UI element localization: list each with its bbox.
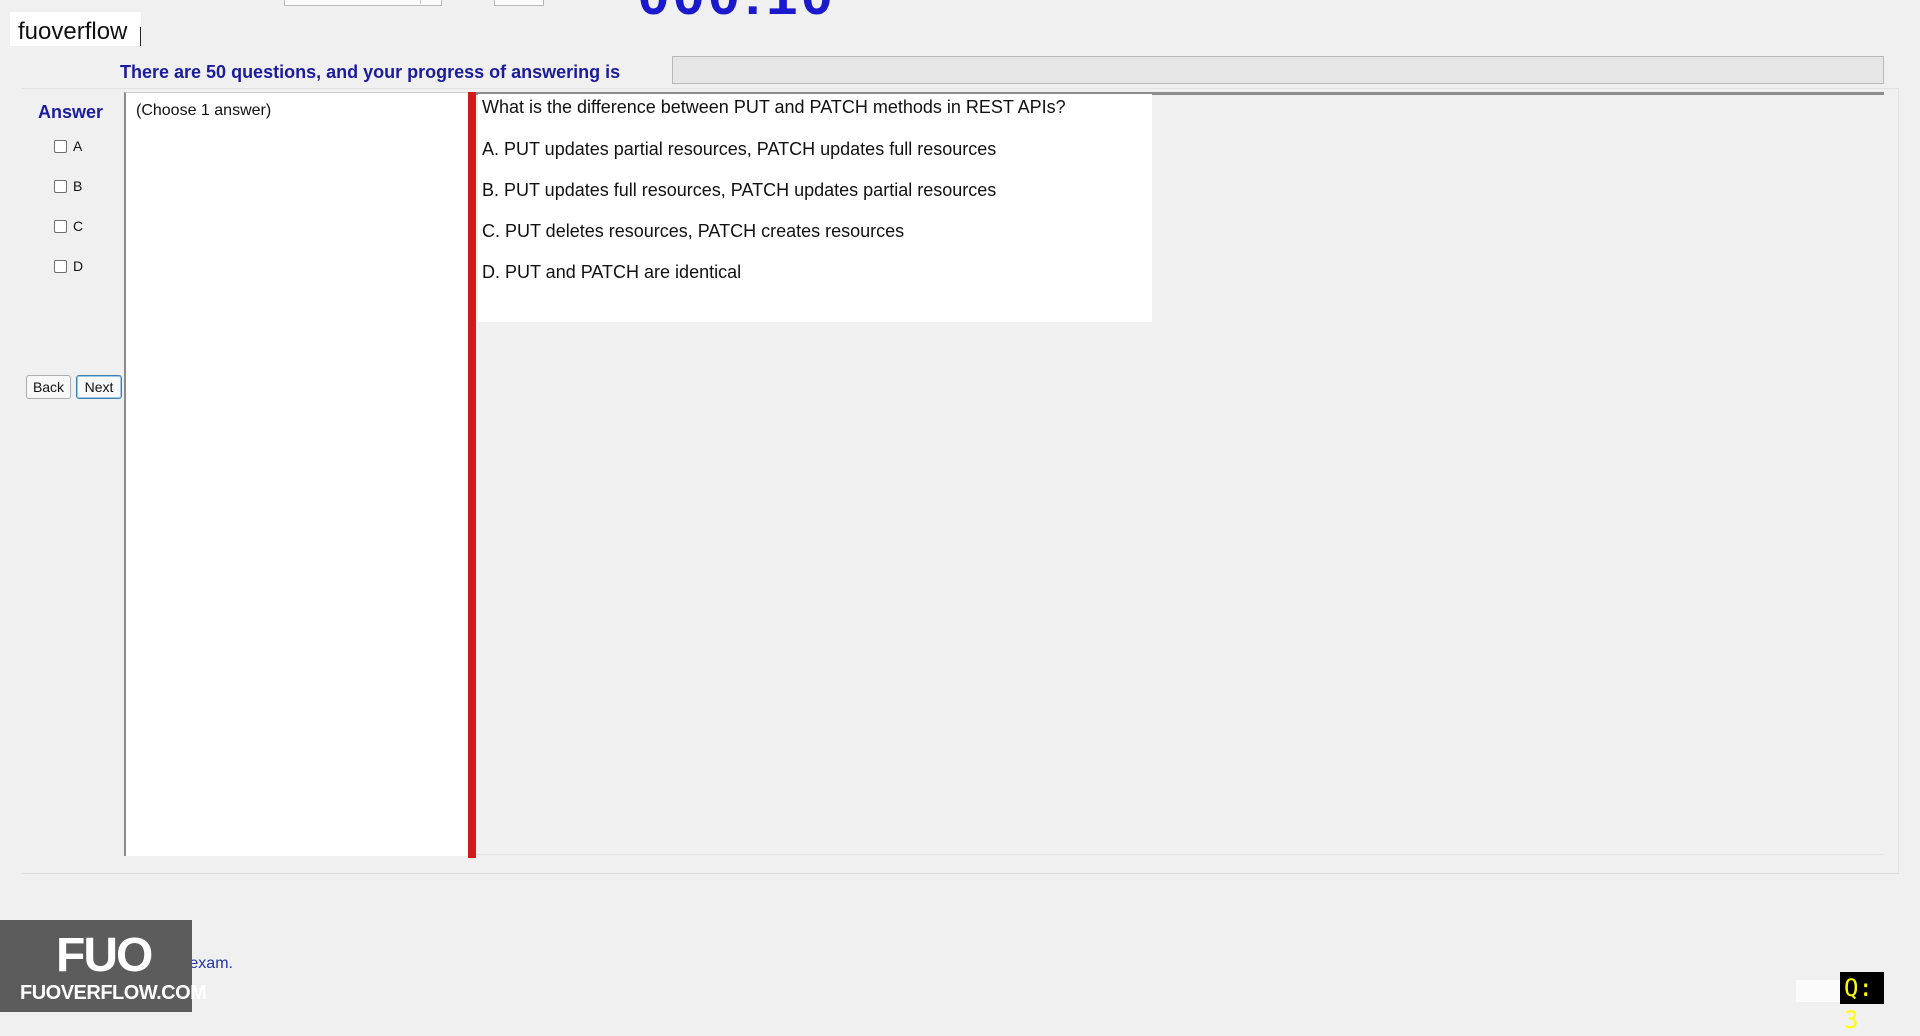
answer-option-b[interactable]: B <box>54 178 82 194</box>
checkbox-d[interactable] <box>54 259 67 273</box>
watermark-logo: FUO FUOVERFLOW.COM <box>0 920 207 1012</box>
question-option-a: A. PUT updates partial resources, PATCH … <box>482 139 997 159</box>
panel-splitter[interactable] <box>468 92 476 858</box>
question-option-b: B. PUT updates full resources, PATCH upd… <box>482 180 997 200</box>
watermark-text: FUOVERFLOW.COM <box>20 982 207 1004</box>
answer-instruction-panel: (Choose 1 answer) <box>124 92 470 856</box>
answer-label: Answer <box>38 102 104 122</box>
exam-timer: 000:10 <box>638 0 836 27</box>
badge-backdrop <box>1796 980 1840 1002</box>
dropdown-arrow-icon[interactable] <box>420 0 439 4</box>
answer-option-label: D <box>73 258 84 274</box>
question-text: What is the difference between PUT and P… <box>482 97 1066 117</box>
brand-label: fuoverflow <box>10 12 142 46</box>
checkbox-b[interactable] <box>54 179 67 193</box>
answer-option-label: A <box>73 138 83 154</box>
question-option-d: D. PUT and PATCH are identical <box>482 262 742 282</box>
progress-bar <box>672 56 1884 84</box>
progress-label: There are 50 questions, and your progres… <box>120 62 621 82</box>
watermark-mark: FUO <box>56 929 153 982</box>
top-dropdown[interactable] <box>284 0 442 6</box>
answer-option-label: B <box>73 178 83 194</box>
checkbox-a[interactable] <box>54 139 67 153</box>
back-button[interactable]: Back <box>26 375 71 399</box>
choose-hint: (Choose 1 answer) <box>136 102 272 119</box>
question-number-badge: Q: 3 <box>1840 972 1884 1034</box>
next-button[interactable]: Next <box>76 375 122 399</box>
text-cursor <box>140 27 141 46</box>
answer-option-label: C <box>73 218 84 234</box>
top-small-field[interactable] <box>494 0 544 6</box>
question-box: What is the difference between PUT and P… <box>478 94 1152 322</box>
checkbox-c[interactable] <box>54 219 67 233</box>
answer-option-c[interactable]: C <box>54 218 83 234</box>
answer-option-a[interactable]: A <box>54 138 82 154</box>
answer-option-d[interactable]: D <box>54 258 83 274</box>
question-option-c: C. PUT deletes resources, PATCH creates … <box>482 221 905 241</box>
